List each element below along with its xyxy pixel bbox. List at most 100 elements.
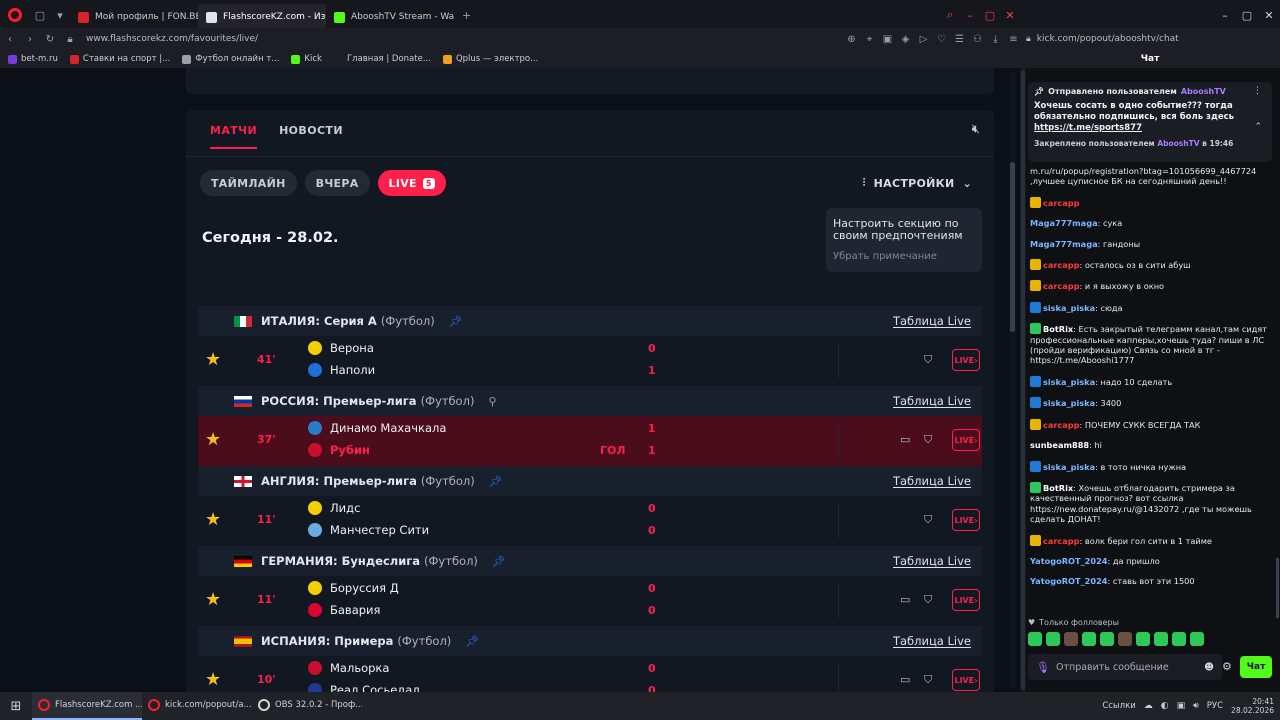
pin-icon[interactable]: 📌︎ [492, 555, 506, 568]
league-name[interactable]: АНГЛИЯ: Премьер-лига (Футбол) [261, 474, 475, 488]
zoom-icon[interactable]: ⊕ [844, 34, 859, 45]
url-field[interactable]: www.flashscorekz.com/favourites/live/ [86, 34, 258, 44]
emote-icon[interactable] [1172, 632, 1186, 646]
live-button[interactable]: LIVE› [952, 589, 980, 611]
mute-icon[interactable]: 🔇︎ [972, 122, 980, 137]
tv-icon[interactable]: ▭ [900, 433, 910, 446]
bookmark-item[interactable]: Главная | Donate... [333, 54, 431, 64]
lineup-icon[interactable]: ⛉ [924, 353, 932, 367]
tv-icon[interactable]: ▭ [900, 593, 910, 606]
league-name[interactable]: ИТАЛИЯ: Серия А (Футбол) [261, 314, 435, 328]
chat-username[interactable]: siska_piska [1043, 462, 1095, 472]
forward-icon[interactable]: › [20, 34, 40, 45]
match-row[interactable]: ★ 37' Динамо Махачкала 1 Рубин 1 ГОЛ ▭ ⛉ LIVE› [198, 416, 982, 466]
pin-icon[interactable]: 📌︎ [489, 475, 503, 488]
emote-icon[interactable] [1100, 632, 1114, 646]
clock[interactable]: 20:41 28.02.2026 [1231, 697, 1274, 715]
star-icon[interactable]: ★ [205, 509, 221, 530]
close-icon[interactable]: ✕ [1258, 0, 1280, 30]
collapse-icon[interactable]: ⌃ [1254, 122, 1262, 132]
pin-icon[interactable]: 📌︎ [465, 635, 479, 648]
chat-username[interactable]: siska_piska [1043, 398, 1095, 408]
pin-icon[interactable]: ⚲ [488, 395, 496, 408]
browser-tab[interactable]: AbooshTV Stream - Watch [326, 4, 454, 30]
star-icon[interactable]: ★ [205, 669, 221, 690]
tab-pin-icon[interactable]: ▾ [50, 0, 70, 30]
shield-icon[interactable]: ◈ [898, 34, 913, 45]
minimize-icon[interactable]: – [1214, 0, 1236, 30]
browser-tab[interactable]: Мой профиль | FON.BET [70, 4, 198, 30]
live-button[interactable]: LIVE› [952, 429, 980, 451]
language-indicator[interactable]: РУС [1207, 701, 1223, 711]
league-name[interactable]: ИСПАНИЯ: Примера (Футбол) [261, 634, 451, 648]
tray-icon[interactable]: ◐ [1161, 701, 1169, 711]
league-header[interactable]: ИСПАНИЯ: Примера (Футбол) 📌︎ Таблица Live [198, 626, 982, 656]
browser-tab[interactable]: FlashscoreKZ.com - Избр [198, 4, 326, 30]
star-icon[interactable]: ★ [205, 349, 221, 370]
star-icon[interactable]: ★ [205, 589, 221, 610]
taskbar-item-obs[interactable]: OBS 32.0.2 - Проф... [252, 692, 362, 720]
minimize-popup-icon[interactable]: – [960, 0, 980, 30]
unpin-icon[interactable]: ⋮ [1253, 86, 1262, 96]
match-row[interactable]: ★ 11' Лидс 0 Манчестер Сити 0 ⛉ LIVE› [198, 496, 982, 546]
pin-icon[interactable]: 📌︎ [449, 315, 463, 328]
chat-scrollbar[interactable] [1275, 68, 1280, 692]
table-live-link[interactable]: Таблица Live [893, 314, 971, 328]
emote-icon[interactable] [1028, 632, 1042, 646]
lineup-icon[interactable]: ⛉ [924, 673, 932, 687]
account-icon[interactable]: ⚇ [970, 34, 985, 45]
bookmark-item[interactable]: Qplus — электро... [442, 54, 538, 64]
live-button[interactable]: LIVE› [952, 669, 980, 691]
live-button[interactable]: LIVE› [952, 349, 980, 371]
chat-username[interactable]: siska_piska [1043, 377, 1095, 387]
back-icon[interactable]: ‹ [0, 34, 20, 45]
chat-username[interactable]: YatogoROT_2024 [1030, 576, 1107, 586]
taskbar-item-flashscore[interactable]: FlashscoreKZ.com ... [32, 692, 142, 720]
tv-icon[interactable]: ▭ [900, 673, 910, 686]
chat-username[interactable]: carcapp [1043, 260, 1080, 270]
pill-yesterday[interactable]: ВЧЕРА [304, 170, 370, 196]
play-icon[interactable]: ▷ [916, 34, 931, 45]
links-toolbar[interactable]: Ссылки [1102, 701, 1135, 711]
send-button[interactable]: Чат [1240, 656, 1272, 678]
gear-icon[interactable]: ⚙ [1222, 660, 1232, 673]
chat-username[interactable]: siska_piska [1043, 303, 1095, 313]
settings-button[interactable]: ⫶ НАСТРОЙКИ ⌄ [863, 176, 972, 190]
maximize-icon[interactable]: ▢ [1236, 0, 1258, 30]
pill-timeline[interactable]: ТАЙМЛАЙН [200, 170, 297, 196]
league-name[interactable]: ГЕРМАНИЯ: Бундеслига (Футбол) [261, 554, 478, 568]
pinned-foot-user[interactable]: AbooshTV [1157, 139, 1199, 148]
match-row[interactable]: ★ 10' Мальорка 0 Реал Сосьедад 0 ▭ ⛉ LIVE› [198, 656, 982, 692]
lineup-icon[interactable]: ⛉ [924, 593, 932, 607]
emote-icon[interactable] [1082, 632, 1096, 646]
bookmark-item[interactable]: Ставки на спорт |... [69, 54, 170, 64]
tab-matches[interactable]: МАТЧИ [210, 124, 258, 149]
tray-icon[interactable]: ▣ [1177, 701, 1186, 711]
taskbar-item-kick[interactable]: kick.com/popout/a... [142, 692, 252, 720]
chat-username[interactable]: BotRix [1043, 324, 1073, 334]
restore-popup-icon[interactable]: ▢ [980, 0, 1000, 30]
pin-icon[interactable]: ⌖ [862, 34, 877, 45]
chat-left-scrollbar[interactable] [1020, 68, 1026, 692]
live-button[interactable]: LIVE› [952, 509, 980, 531]
heart-icon[interactable]: ♡ [934, 34, 949, 45]
mic-icon[interactable]: 🎙︎ [1036, 661, 1050, 674]
bookmark-item[interactable]: Kick [291, 54, 322, 64]
league-header[interactable]: АНГЛИЯ: Премьер-лига (Футбол) 📌︎ Таблица L… [198, 466, 982, 496]
opera-logo-icon[interactable] [0, 0, 30, 30]
league-header[interactable]: ГЕРМАНИЯ: Бундеслига (Футбол) 📌︎ Таблица L… [198, 546, 982, 576]
tray-icon[interactable]: ☁ [1144, 701, 1153, 711]
close-popup-icon[interactable]: ✕ [1000, 0, 1020, 30]
search-icon[interactable]: ⌕ [940, 0, 960, 30]
snapshot-icon[interactable]: ▣ [880, 34, 895, 45]
pill-live[interactable]: LIVE 5 [377, 170, 446, 196]
league-header[interactable]: ИТАЛИЯ: Серия А (Футбол) 📌︎ Таблица Live [198, 306, 982, 336]
table-live-link[interactable]: Таблица Live [893, 474, 971, 488]
bookmark-item[interactable]: Футбол онлайн т... [182, 54, 279, 64]
emote-icon[interactable] [1154, 632, 1168, 646]
table-live-link[interactable]: Таблица Live [893, 634, 971, 648]
chat-input[interactable]: 🎙︎ Отправить сообщение ☻ [1028, 654, 1222, 680]
tab-menu-icon[interactable]: ▢ [30, 0, 50, 30]
reload-icon[interactable]: ↻ [40, 34, 60, 45]
popup-url[interactable]: kick.com/popout/abooshtv/chat [1037, 34, 1179, 44]
